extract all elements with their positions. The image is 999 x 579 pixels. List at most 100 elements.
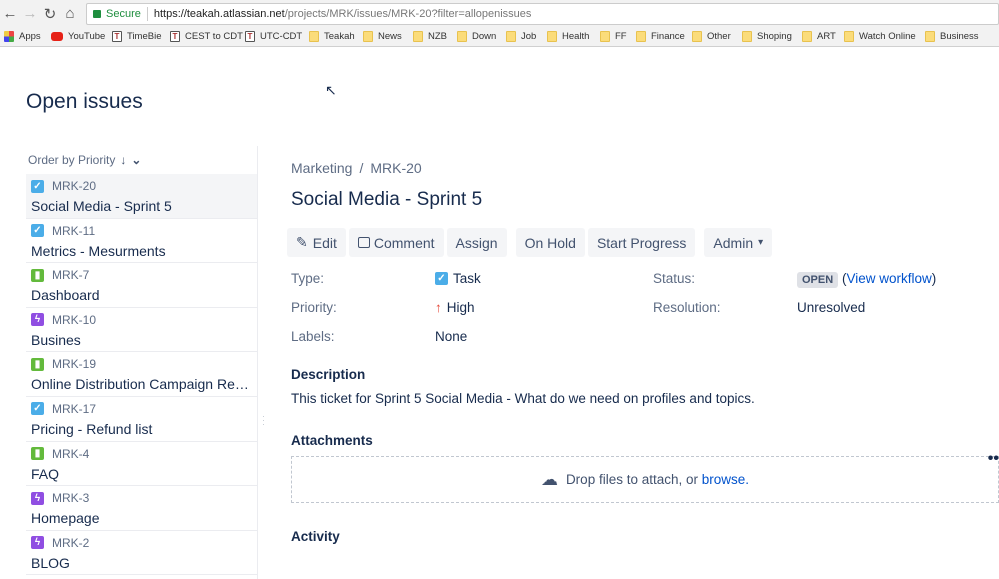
bookmark-label: NZB	[428, 31, 447, 42]
bookmark-nzb[interactable]: NZB	[413, 31, 447, 42]
issue-list-item[interactable]: ✓ MRK-11 Metrics - Mesurments	[26, 219, 257, 264]
folder-icon	[844, 31, 854, 42]
bookmark-shoping[interactable]: Shoping	[742, 31, 792, 42]
activity-heading: Activity	[291, 529, 340, 544]
arrow-down-icon[interactable]: ↓	[120, 153, 126, 167]
view-workflow-link[interactable]: View workflow	[846, 271, 931, 286]
order-by-button[interactable]: Order by Priority ↓ ⌄	[26, 146, 257, 174]
bookmark-timebie[interactable]: T TimeBie	[112, 31, 162, 42]
task-icon: ✓	[31, 179, 44, 193]
description-heading: Description	[291, 367, 366, 382]
bookmark-job[interactable]: Job	[506, 31, 536, 42]
folder-icon	[309, 31, 319, 42]
assign-button[interactable]: Assign	[446, 228, 507, 257]
issue-summary: Dashboard	[31, 287, 100, 304]
issue-list-item[interactable]: ✓ MRK-20 Social Media - Sprint 5	[26, 174, 257, 219]
issue-summary: Social Media - Sprint 5	[31, 198, 172, 214]
reload-icon[interactable]: ↻	[40, 5, 60, 23]
folder-icon	[925, 31, 935, 42]
forward-icon[interactable]: →	[20, 5, 40, 22]
bookmark-art[interactable]: ART	[802, 31, 836, 42]
issue-summary: Busines	[31, 331, 81, 348]
issue-summary: Homepage	[31, 510, 100, 527]
issue-key: MRK-17	[52, 401, 97, 416]
folder-icon	[600, 31, 610, 42]
breadcrumb-separator: /	[359, 160, 364, 176]
on-hold-button[interactable]: On Hold	[515, 228, 585, 257]
admin-dropdown[interactable]: Admin ▾	[704, 228, 773, 257]
issue-summary: FAQ	[31, 465, 60, 482]
admin-label: Admin	[713, 234, 754, 251]
issue-list-item[interactable]: ϟ MRK-10 Busines	[26, 308, 257, 353]
cloud-upload-icon: ☁	[540, 469, 558, 489]
bookmark-label: Down	[472, 31, 497, 42]
secure-label: Secure	[106, 8, 141, 20]
bookmark-youtube[interactable]: YouTube	[51, 31, 105, 42]
story-icon: ▮	[31, 357, 44, 371]
issue-title[interactable]: Social Media - Sprint 5	[291, 189, 999, 211]
bookmark-label: UTC-CDT	[260, 31, 303, 42]
issue-key: MRK-10	[52, 312, 97, 327]
bookmark-label: YouTube	[68, 31, 106, 42]
description-text[interactable]: This ticket for Sprint 5 Social Media - …	[291, 391, 999, 406]
labels-value[interactable]: None	[435, 329, 467, 344]
priority-value: High	[446, 300, 475, 315]
chevron-down-icon[interactable]: ⌄	[131, 153, 141, 167]
issue-list-item[interactable]: ▮ MRK-19 Online Distribution Campaign Requ…	[26, 352, 257, 397]
folder-icon	[802, 31, 812, 42]
tb-icon: T	[112, 31, 122, 42]
bookmark-label: News	[378, 31, 402, 42]
back-icon[interactable]: ←	[0, 5, 20, 22]
bookmark-label: Job	[521, 31, 537, 42]
task-icon: ✓	[31, 402, 44, 416]
bookmark-label: Watch Online	[859, 31, 916, 42]
bookmark-watch-online[interactable]: Watch Online	[844, 31, 916, 42]
comment-icon	[357, 237, 370, 248]
epic-icon: ϟ	[31, 491, 44, 505]
issue-list-item[interactable]: ▮ MRK-4 FAQ	[26, 442, 257, 487]
folder-icon	[742, 31, 752, 42]
folder-icon	[413, 31, 423, 42]
issue-list-item[interactable]: ϟ MRK-2 BLOG	[26, 531, 257, 576]
start-progress-button[interactable]: Start Progress	[587, 228, 696, 257]
bookmark-label: Finance	[651, 31, 685, 42]
breadcrumb-project[interactable]: Marketing	[291, 160, 352, 176]
browser-toolbar: ← → ↻ ⌂ Secure https://teakah.atlassian.…	[0, 0, 999, 27]
bookmark-down[interactable]: Down	[457, 31, 496, 42]
breadcrumb-issue[interactable]: MRK-20	[370, 160, 421, 176]
edit-button[interactable]: ✎ Edit	[287, 228, 346, 257]
breadcrumb: Marketing / MRK-20	[291, 160, 999, 176]
home-icon[interactable]: ⌂	[60, 5, 80, 22]
more-options-icon[interactable]: ••	[988, 450, 999, 468]
bookmark-business[interactable]: Business	[925, 31, 979, 42]
issue-summary: Online Distribution Campaign Requirement…	[31, 376, 252, 393]
bookmark-news[interactable]: News	[363, 31, 402, 42]
story-icon: ▮	[31, 268, 44, 282]
pencil-icon: ✎	[296, 234, 308, 250]
bookmark-cest-to-cdt[interactable]: T CEST to CDT	[170, 31, 243, 42]
bookmark-apps[interactable]: Apps	[4, 31, 41, 42]
address-bar[interactable]: Secure https://teakah.atlassian.net/proj…	[86, 3, 999, 25]
folder-icon	[692, 31, 702, 42]
bookmark-health[interactable]: Health	[547, 31, 589, 42]
attachment-dropzone[interactable]: ☁ Drop files to attach, or browse.	[291, 456, 999, 503]
browse-link[interactable]: browse.	[702, 472, 749, 487]
bookmark-ff[interactable]: FF	[600, 31, 627, 42]
comment-button[interactable]: Comment	[348, 228, 444, 257]
bookmark-label: Business	[940, 31, 979, 42]
issue-key: MRK-4	[52, 446, 90, 461]
drop-text: Drop files to attach, or	[565, 472, 698, 487]
bookmark-finance[interactable]: Finance	[636, 31, 685, 42]
order-label: Order by Priority	[28, 153, 116, 167]
issue-detail: Marketing / MRK-20 Social Media - Sprint 5…	[287, 160, 999, 544]
bookmark-label: Shoping	[757, 31, 792, 42]
issue-list-item[interactable]: ▮ MRK-7 Dashboard	[26, 263, 257, 308]
bookmark-utc-cdt[interactable]: T UTC-CDT	[245, 31, 302, 42]
issue-list-item[interactable]: ✓ MRK-17 Pricing - Refund list	[26, 397, 257, 442]
task-icon: ✓	[31, 224, 44, 238]
issue-summary: Pricing - Refund list	[31, 420, 153, 437]
bookmark-other[interactable]: Other	[692, 31, 731, 42]
resize-handle[interactable]: · · ·	[262, 412, 265, 429]
issue-list-item[interactable]: ϟ MRK-3 Homepage	[26, 486, 257, 531]
bookmark-teakah[interactable]: Teakah	[309, 31, 355, 42]
